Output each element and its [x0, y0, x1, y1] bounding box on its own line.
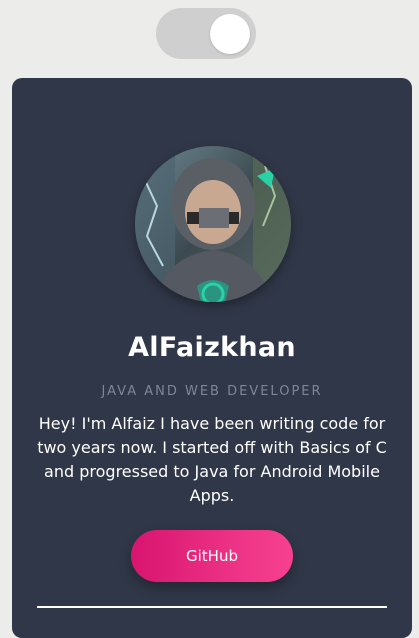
avatar	[135, 146, 291, 302]
profile-card: AlFaizkhan JAVA AND WEB DEVELOPER Hey! I…	[12, 78, 412, 638]
profile-bio: Hey! I'm Alfaiz I have been writing code…	[37, 414, 387, 505]
profile-name: AlFaizkhan	[128, 332, 296, 363]
toggle-knob	[210, 14, 250, 54]
github-button[interactable]: GitHub	[131, 530, 293, 582]
divider	[37, 606, 387, 608]
theme-toggle[interactable]	[156, 8, 256, 59]
profile-role: JAVA AND WEB DEVELOPER	[101, 384, 323, 399]
